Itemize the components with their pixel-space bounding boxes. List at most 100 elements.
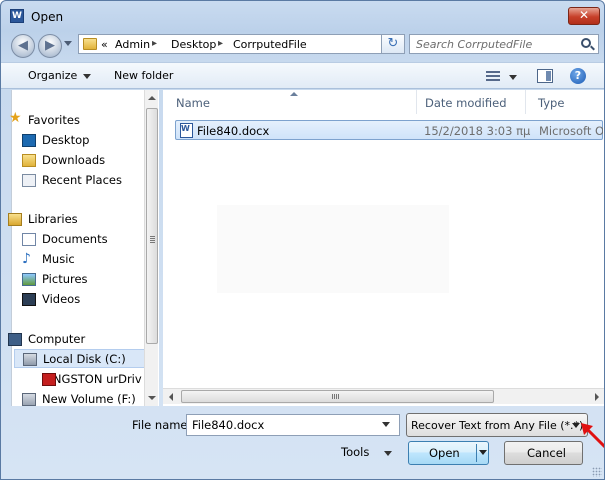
file-type: Microsoft Office Word Document — [539, 124, 603, 138]
hard-drive-icon — [23, 353, 37, 366]
title-bar: W Open ✕ — [1, 1, 604, 31]
file-name-input[interactable] — [186, 414, 400, 436]
sidebar-group-computer[interactable]: Computer — [8, 332, 86, 346]
folder-icon — [83, 38, 97, 50]
search-placeholder: Search CorrputedFile — [416, 38, 533, 51]
music-icon: ♪ — [22, 251, 31, 267]
sidebar-item-label: Local Disk (C:) — [43, 352, 126, 366]
column-label: Type — [538, 96, 565, 110]
scroll-up-icon[interactable] — [148, 96, 156, 100]
cancel-button-label: Cancel — [527, 446, 566, 460]
organize-label: Organize — [28, 69, 78, 82]
sidebar-group-label: Libraries — [28, 212, 78, 226]
back-arrow-icon: ◀ — [18, 38, 28, 53]
sidebar-item-music[interactable]: ♪ Music — [22, 252, 75, 266]
help-icon[interactable]: ? — [570, 68, 586, 84]
tools-dropdown-icon[interactable] — [384, 451, 392, 456]
pictures-icon — [22, 273, 36, 286]
column-label: Date modified — [425, 96, 507, 110]
forward-button[interactable]: ▶ — [38, 34, 62, 58]
grip-icon — [332, 394, 339, 399]
videos-icon — [22, 293, 36, 306]
sidebar-group-favorites[interactable]: ★ Favorites — [9, 111, 80, 127]
sidebar-item-pictures[interactable]: Pictures — [22, 272, 88, 286]
column-label: Name — [176, 96, 210, 110]
file-name-history-dropdown[interactable] — [382, 422, 390, 427]
sidebar-item-label: Videos — [42, 292, 81, 306]
open-button[interactable]: Open — [408, 441, 489, 465]
breadcrumb-desktop[interactable]: Desktop — [171, 38, 216, 51]
word-app-icon: W — [10, 9, 24, 23]
sidebar-item-desktop[interactable]: Desktop — [22, 133, 90, 147]
breadcrumb-admin[interactable]: Admin — [115, 38, 150, 51]
scroll-down-icon[interactable] — [148, 396, 156, 400]
scroll-left-icon[interactable] — [169, 393, 173, 401]
sidebar-item-videos[interactable]: Videos — [22, 292, 81, 306]
command-toolbar: Organize New folder ? — [1, 62, 604, 89]
sidebar-item-label: Pictures — [42, 272, 88, 286]
cancel-button[interactable]: Cancel — [504, 441, 583, 465]
grip-icon — [150, 236, 155, 243]
sidebar-group-label: Computer — [28, 332, 86, 346]
scrollbar-thumb[interactable] — [146, 108, 158, 344]
refresh-icon: ↻ — [387, 36, 399, 51]
sidebar-scrollbar[interactable] — [144, 90, 158, 406]
sidebar-item-documents[interactable]: Documents — [22, 232, 108, 246]
view-options-dropdown[interactable] — [509, 75, 517, 80]
sidebar-item-recent-places[interactable]: Recent Places — [22, 173, 122, 187]
file-type-value: Recover Text from Any File (*.*) — [411, 419, 584, 432]
column-header-name[interactable]: Name — [163, 90, 417, 114]
sidebar-item-label: Desktop — [42, 133, 90, 147]
navigation-pane: ★ Favorites Desktop Downloads Recent Plac… — [8, 90, 159, 406]
resize-grip-icon[interactable] — [592, 467, 602, 477]
file-date-modified: 15/2/2018 3:03 πμ — [424, 124, 531, 138]
scrollbar-thumb[interactable] — [181, 390, 494, 403]
breadcrumb-overflow[interactable]: « — [101, 38, 108, 51]
scroll-right-icon[interactable] — [595, 393, 599, 401]
sidebar-item-downloads[interactable]: Downloads — [22, 153, 106, 167]
empty-area — [217, 205, 449, 293]
refresh-button[interactable]: ↻ — [381, 34, 405, 54]
open-button-label: Open — [429, 446, 460, 460]
recent-places-icon — [22, 174, 36, 187]
split-divider — [476, 444, 477, 462]
open-options-dropdown[interactable] — [479, 450, 487, 455]
chevron-down-icon — [83, 73, 92, 79]
file-type-select[interactable]: Recover Text from Any File (*.*) — [406, 413, 588, 437]
open-dialog: W Open ✕ ◀ ▶ « Admin ▸ Desktop ▸ Corrput… — [0, 0, 605, 480]
breadcrumb-separator[interactable]: ▸ — [152, 38, 157, 49]
sidebar-item-label: New Volume (F:) — [42, 392, 136, 406]
drive-icon — [22, 393, 36, 406]
address-bar[interactable]: « Admin ▸ Desktop ▸ CorrputedFile — [78, 34, 400, 54]
close-icon: ✕ — [578, 8, 590, 22]
computer-icon — [8, 333, 22, 346]
tools-button[interactable]: Tools — [341, 445, 369, 459]
column-header-date-modified[interactable]: Date modified — [412, 90, 526, 114]
sidebar-item-kingston[interactable]: KINGSTON urDrive — [42, 372, 142, 386]
new-folder-button[interactable]: New folder — [114, 69, 173, 82]
file-name-label: File name: — [132, 418, 192, 432]
search-input[interactable]: Search CorrputedFile — [409, 34, 599, 54]
sidebar-item-local-disk[interactable]: Local Disk (C:) — [14, 349, 148, 368]
usb-drive-icon — [42, 373, 56, 386]
search-icon[interactable] — [581, 38, 591, 48]
sidebar-group-libraries[interactable]: Libraries — [8, 212, 78, 226]
sidebar-item-new-volume[interactable]: New Volume (F:) — [22, 392, 136, 406]
back-button[interactable]: ◀ — [11, 34, 35, 58]
downloads-icon — [22, 154, 36, 167]
table-row[interactable]: File840.docx 15/2/2018 3:03 πμ Microsoft… — [175, 120, 603, 140]
sidebar-item-label: Recent Places — [42, 173, 122, 187]
sidebar-item-label: Music — [42, 252, 75, 266]
sidebar-item-label: Downloads — [42, 153, 106, 167]
change-view-icon[interactable] — [486, 71, 500, 82]
column-header-type[interactable]: Type — [525, 90, 604, 114]
recent-pages-dropdown[interactable] — [64, 41, 72, 46]
horizontal-scrollbar[interactable] — [163, 388, 604, 404]
preview-pane-icon[interactable] — [537, 69, 553, 83]
breadcrumb-separator[interactable]: ▸ — [218, 38, 223, 49]
organize-button[interactable]: Organize — [28, 69, 92, 82]
close-button[interactable]: ✕ — [568, 7, 600, 25]
breadcrumb-current-folder[interactable]: CorrputedFile — [233, 38, 307, 51]
libraries-icon — [8, 213, 22, 226]
window-title: Open — [31, 10, 64, 24]
